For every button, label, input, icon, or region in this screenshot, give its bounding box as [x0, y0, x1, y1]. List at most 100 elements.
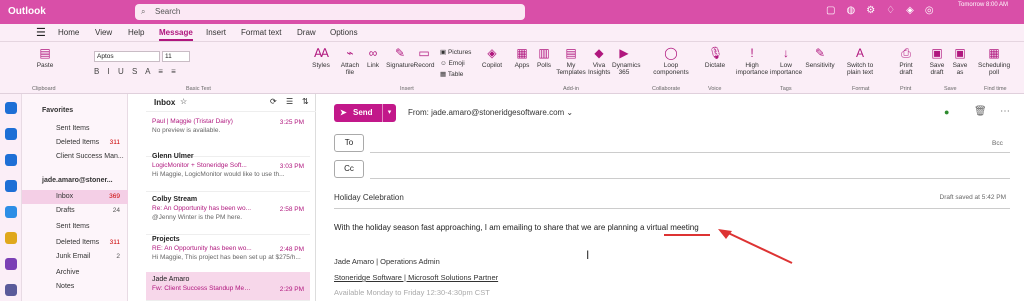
- styles-button[interactable]: Ꜳ Styles: [310, 46, 332, 69]
- title-bar: Outlook ⌕ Search ▢ ◍ ⚙ ♢ ◈ ◎ Tomorrow 8:…: [0, 0, 1024, 24]
- image-icon: ▣: [440, 49, 448, 56]
- list-item[interactable]: Projects RE: An Opportunity has been wo.…: [146, 232, 310, 275]
- group-save: Save: [944, 86, 957, 92]
- people-icon[interactable]: [5, 154, 17, 166]
- tab-format-text[interactable]: Format text: [241, 28, 281, 37]
- record-button[interactable]: ▭ Record: [412, 46, 436, 69]
- mail-icon[interactable]: [5, 102, 17, 114]
- font-select[interactable]: Aptos: [94, 51, 160, 62]
- attach-label: Attach file: [340, 62, 360, 76]
- high-importance-button[interactable]: ! High importance: [736, 46, 768, 76]
- apps-button[interactable]: ▦ Apps: [512, 46, 532, 69]
- gear-icon[interactable]: ⚙: [866, 5, 875, 19]
- upcoming-meeting[interactable]: Tomorrow 8:00 AM: [958, 2, 1024, 22]
- format-buttons[interactable]: B I U S A ≡ ≡: [94, 67, 179, 76]
- tab-message[interactable]: Message: [159, 28, 193, 41]
- table-button[interactable]: ▦ Table: [440, 69, 471, 80]
- search-input[interactable]: ⌕ Search: [135, 4, 525, 20]
- todo-icon[interactable]: [5, 206, 17, 218]
- draft-status: Draft saved at 5:42 PM: [939, 194, 1006, 201]
- fav-deleted-items[interactable]: Deleted Items 311: [22, 136, 128, 150]
- folder-drafts[interactable]: Drafts 24: [22, 204, 128, 218]
- send-button[interactable]: ➤ Send: [334, 104, 382, 122]
- message-time: 3:03 PM: [279, 163, 304, 170]
- folder-junk[interactable]: Junk Email 2: [22, 250, 128, 264]
- save-as-button[interactable]: ▣ Save as: [950, 46, 970, 76]
- favorites-header[interactable]: Favorites: [22, 104, 128, 118]
- apps-icon[interactable]: [5, 284, 17, 296]
- subject-field[interactable]: Holiday Celebration: [334, 193, 404, 202]
- viva-insights-button[interactable]: ◆ Viva Insights: [588, 46, 610, 76]
- message-preview: Hi Maggie, LogicMonitor would like to us…: [152, 171, 285, 178]
- groups-icon[interactable]: [5, 180, 17, 192]
- tab-view[interactable]: View: [95, 28, 112, 37]
- my-templates-button[interactable]: ▤ My Templates: [556, 46, 586, 76]
- tab-options[interactable]: Options: [330, 28, 358, 37]
- scheduling-poll-button[interactable]: ▦ Scheduling poll: [978, 46, 1010, 76]
- skype-icon[interactable]: ▢: [826, 5, 835, 19]
- low-importance-button[interactable]: ↓ Low importance: [770, 46, 802, 76]
- folder-notes[interactable]: Notes: [22, 280, 128, 294]
- list-item-selected[interactable]: Jade Amaro Fw: Client Success Standup Me…: [146, 272, 310, 301]
- print-draft-button[interactable]: ⎙ Print draft: [894, 46, 918, 76]
- star-icon[interactable]: ☆: [180, 97, 187, 106]
- body-text[interactable]: With the holiday season fast approaching…: [334, 223, 699, 232]
- tab-draw[interactable]: Draw: [297, 28, 316, 37]
- send-options-button[interactable]: ▾: [382, 104, 396, 122]
- sensitivity-shield-icon[interactable]: ●: [944, 107, 949, 117]
- sensitivity-button[interactable]: ✎ Sensitivity: [804, 46, 836, 69]
- sync-icon[interactable]: ⟳: [270, 97, 277, 106]
- pictures-button[interactable]: ▣ Pictures: [440, 47, 471, 58]
- title-bar-icons: ▢ ◍ ⚙ ♢ ◈ ◎: [826, 5, 934, 19]
- link-button[interactable]: ∞ Link: [364, 46, 382, 69]
- message-subject: LogicMonitor + Stoneridge Soft...: [152, 162, 247, 169]
- tab-insert[interactable]: Insert: [206, 28, 226, 37]
- list-item[interactable]: Glenn Ulmer LogicMonitor + Stoneridge So…: [146, 149, 310, 192]
- list-item[interactable]: Colby Stream Re: An Opportunity has been…: [146, 192, 310, 235]
- folder-deleted-items[interactable]: Deleted Items 311: [22, 236, 128, 250]
- save-draft-button[interactable]: ▣ Save draft: [926, 46, 948, 76]
- sensitivity-icon: ✎: [814, 46, 826, 60]
- font-size-select[interactable]: 11: [162, 51, 190, 62]
- folder-archive[interactable]: Archive: [22, 266, 128, 280]
- to-button[interactable]: To: [334, 134, 364, 152]
- account-header[interactable]: jade.amaro@stoner...: [22, 174, 128, 188]
- folder-inbox[interactable]: Inbox 369: [22, 190, 128, 204]
- sort-icon[interactable]: ⇅: [302, 97, 309, 106]
- dictate-button[interactable]: 🎙 Dictate: [702, 46, 728, 69]
- bcc-button[interactable]: Bcc: [992, 140, 1003, 147]
- onenote-icon[interactable]: [5, 258, 17, 270]
- message-preview: Hi Maggie, This project has been set up …: [152, 254, 301, 261]
- loop-components-button[interactable]: ◯ Loop components: [650, 46, 692, 76]
- more-icon[interactable]: ⋯: [1000, 106, 1010, 117]
- annotation-arrow: [718, 229, 793, 264]
- copilot-icon[interactable]: ◈: [906, 5, 914, 19]
- polls-button[interactable]: ▥ Polls: [534, 46, 554, 69]
- tab-help[interactable]: Help: [128, 28, 144, 37]
- calendar-icon[interactable]: [5, 128, 17, 140]
- files-icon[interactable]: [5, 232, 17, 244]
- cc-button[interactable]: Cc: [334, 160, 364, 178]
- attach-file-button[interactable]: ⌁ Attach file: [338, 46, 362, 76]
- from-selector[interactable]: From: jade.amaro@stoneridgesoftware.com …: [408, 108, 573, 117]
- tips-icon[interactable]: ♢: [886, 5, 895, 19]
- folder-sent-items[interactable]: Sent Items: [22, 220, 128, 234]
- hamburger-icon[interactable]: ☰: [36, 26, 46, 39]
- emoji-button[interactable]: ☺ Emoji: [440, 58, 471, 69]
- signature-company[interactable]: Stoneridge Software | Microsoft Solution…: [334, 273, 498, 282]
- fav-client-success[interactable]: Client Success Man...: [22, 150, 128, 164]
- dynamics-button[interactable]: ▶ Dynamics 365: [612, 46, 641, 76]
- notification-icon[interactable]: ◍: [846, 5, 855, 19]
- copilot-button[interactable]: ◈ Copilot: [478, 46, 506, 69]
- trash-icon[interactable]: 🗑: [974, 106, 987, 117]
- avatar[interactable]: ◎: [925, 5, 934, 19]
- plain-text-button[interactable]: A Switch to plain text: [842, 46, 878, 76]
- paste-button[interactable]: ▤ Paste: [34, 46, 56, 69]
- group-insert: Insert: [400, 86, 414, 92]
- fav-sent-items[interactable]: Sent Items: [22, 122, 128, 136]
- filter-icon[interactable]: ☰: [286, 97, 293, 106]
- group-find-time: Find time: [984, 86, 1007, 92]
- tab-home[interactable]: Home: [58, 28, 79, 37]
- link-icon: ∞: [368, 46, 378, 60]
- tab-row: ☰ Home View Help Message Insert Format t…: [0, 24, 1024, 42]
